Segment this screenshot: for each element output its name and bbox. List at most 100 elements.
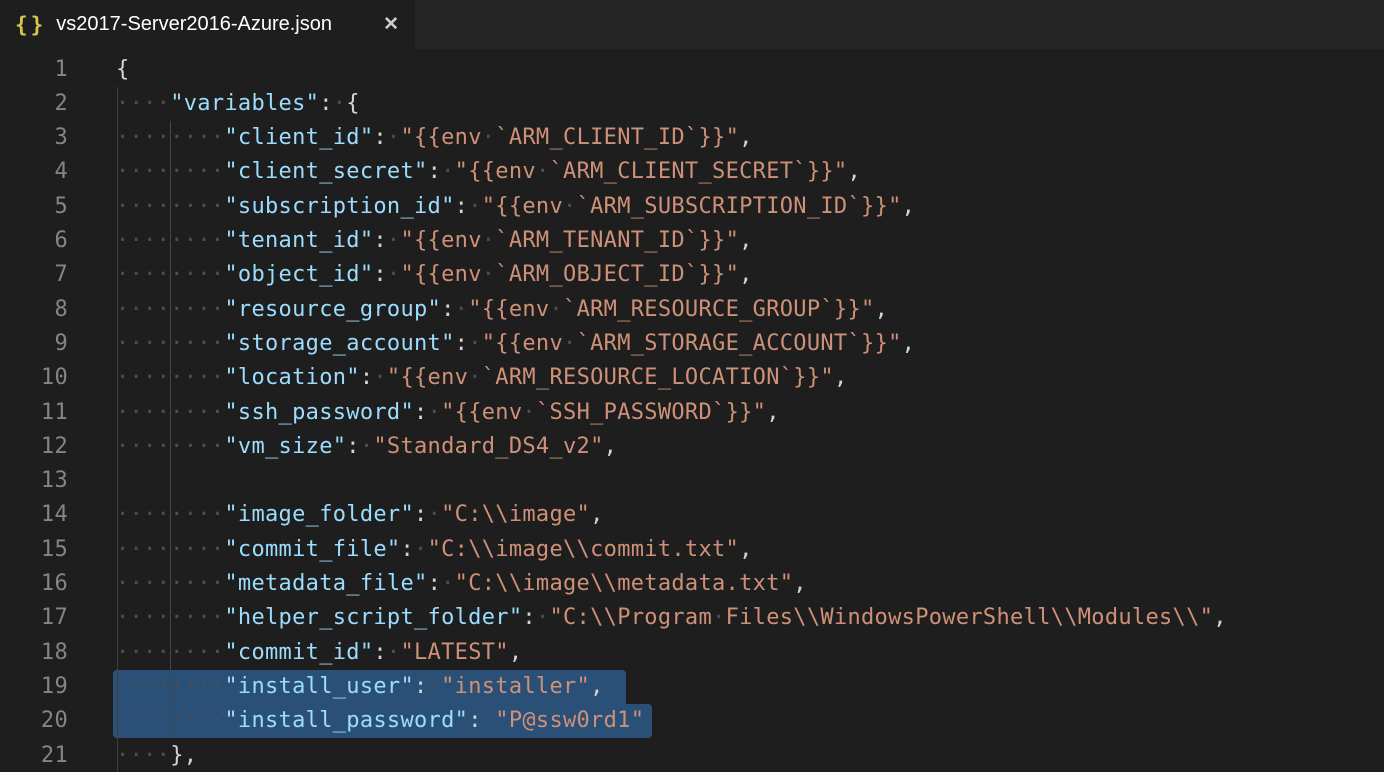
line-number: 2 — [0, 87, 68, 122]
whitespace-dots: · — [455, 297, 469, 322]
whitespace-dots: · — [428, 674, 442, 699]
code-token: "{{env — [441, 400, 522, 425]
code-token: "commit_file" — [224, 537, 400, 562]
code-editor[interactable]: 1{2····"variables":·{3········"client_id… — [0, 49, 1384, 772]
code-token: : — [455, 331, 469, 356]
code-token: , — [590, 674, 604, 699]
code-token: , — [739, 262, 753, 287]
code-token: "{{env — [400, 262, 481, 287]
line-number: 8 — [0, 293, 68, 328]
whitespace-dots: ········ — [116, 537, 224, 562]
code-line-10[interactable]: ········"location":·"{{env·`ARM_RESOURCE… — [116, 361, 847, 396]
whitespace-dots: · — [563, 194, 577, 219]
code-token: "LATEST" — [400, 640, 508, 665]
whitespace-dots: ········ — [116, 228, 224, 253]
code-token: "object_id" — [224, 262, 373, 287]
whitespace-dots: · — [441, 159, 455, 184]
line-number: 4 — [0, 155, 68, 190]
code-token: "C:\\image\\metadata.txt" — [455, 571, 794, 596]
code-token: "install_password" — [224, 708, 468, 733]
code-line-6[interactable]: ········"tenant_id":·"{{env·`ARM_TENANT_… — [116, 224, 753, 259]
code-line-9[interactable]: ········"storage_account":·"{{env·`ARM_S… — [116, 327, 915, 362]
code-token: { — [346, 91, 360, 116]
code-token: { — [116, 57, 130, 82]
whitespace-dots: ········ — [116, 434, 224, 459]
code-line-14[interactable]: ········"image_folder":·"C:\\image", — [116, 498, 604, 533]
line-number: 17 — [0, 601, 68, 636]
whitespace-dots: ········ — [116, 571, 224, 596]
code-token: , — [793, 571, 807, 596]
code-line-19[interactable]: ········"install_user":·"installer", — [116, 670, 604, 705]
code-line-7[interactable]: ········"object_id":·"{{env·`ARM_OBJECT_… — [116, 258, 753, 293]
whitespace-dots: ···· — [116, 91, 170, 116]
code-line-4[interactable]: ········"client_secret":·"{{env·`ARM_CLI… — [116, 155, 861, 190]
code-line-1[interactable]: { — [116, 53, 130, 88]
code-token: , — [739, 228, 753, 253]
code-token: : — [441, 297, 455, 322]
whitespace-dots: ········ — [116, 674, 224, 699]
code-token: , — [604, 434, 618, 459]
whitespace-dots: · — [387, 228, 401, 253]
whitespace-dots: ···· — [116, 743, 170, 768]
whitespace-dots: · — [468, 331, 482, 356]
line-number: 5 — [0, 190, 68, 225]
whitespace-dots: · — [482, 228, 496, 253]
code-line-15[interactable]: ········"commit_file":·"C:\\image\\commi… — [116, 533, 753, 568]
whitespace-dots: · — [536, 605, 550, 630]
code-token: "metadata_file" — [224, 571, 427, 596]
code-token: `SSH_PASSWORD`}}" — [536, 400, 766, 425]
whitespace-dots: · — [482, 125, 496, 150]
code-token: : — [346, 434, 360, 459]
code-token: "location" — [224, 365, 359, 390]
code-line-18[interactable]: ········"commit_id":·"LATEST", — [116, 636, 522, 671]
code-line-3[interactable]: ········"client_id":·"{{env·`ARM_CLIENT_… — [116, 121, 753, 156]
code-line-5[interactable]: ········"subscription_id":·"{{env·`ARM_S… — [116, 190, 915, 225]
code-token: , — [875, 297, 889, 322]
tab-vs2017-server2016-azure-json[interactable]: {} vs2017-Server2016-Azure.json ✕ — [0, 0, 415, 49]
code-token: "variables" — [170, 91, 319, 116]
code-token: `ARM_RESOURCE_GROUP`}}" — [563, 297, 875, 322]
code-token: "image_folder" — [224, 502, 414, 527]
code-token: : — [373, 262, 387, 287]
line-number: 13 — [0, 464, 68, 499]
code-token: "install_user" — [224, 674, 414, 699]
code-token: "{{env — [400, 125, 481, 150]
whitespace-dots: · — [428, 400, 442, 425]
line-number: 18 — [0, 636, 68, 671]
code-token: "C:\\Program — [549, 605, 712, 630]
code-token: : — [414, 400, 428, 425]
code-token: : — [428, 571, 442, 596]
code-token: "subscription_id" — [224, 194, 454, 219]
whitespace-dots: · — [387, 640, 401, 665]
code-token: `ARM_CLIENT_SECRET`}}" — [549, 159, 847, 184]
code-line-20[interactable]: ········"install_password":·"P@ssw0rd1" — [116, 704, 644, 739]
code-line-8[interactable]: ········"resource_group":·"{{env·`ARM_RE… — [116, 293, 888, 328]
whitespace-dots: · — [333, 91, 347, 116]
code-token: : — [360, 365, 374, 390]
close-icon[interactable]: ✕ — [383, 13, 399, 36]
code-line-2[interactable]: ····"variables":·{ — [116, 87, 360, 122]
whitespace-dots: · — [373, 365, 387, 390]
code-line-12[interactable]: ········"vm_size":·"Standard_DS4_v2", — [116, 430, 617, 465]
code-line-17[interactable]: ········"helper_script_folder":·"C:\\Pro… — [116, 601, 1227, 636]
whitespace-dots: · — [360, 434, 374, 459]
code-token: `ARM_SUBSCRIPTION_ID`}}" — [577, 194, 902, 219]
code-token: `ARM_OBJECT_ID`}}" — [495, 262, 739, 287]
code-line-21[interactable]: ····}, — [116, 739, 197, 772]
code-token: : — [414, 502, 428, 527]
code-line-11[interactable]: ········"ssh_password":·"{{env·`SSH_PASS… — [116, 396, 780, 431]
code-token: `ARM_STORAGE_ACCOUNT`}}" — [577, 331, 902, 356]
code-token: Files\\WindowsPowerShell\\Modules\\" — [726, 605, 1214, 630]
code-line-16[interactable]: ········"metadata_file":·"C:\\image\\met… — [116, 567, 807, 602]
json-file-icon: {} — [15, 13, 46, 37]
code-token: , — [739, 537, 753, 562]
whitespace-dots: ········ — [116, 125, 224, 150]
code-token: : — [400, 537, 414, 562]
line-number: 10 — [0, 361, 68, 396]
code-token: : — [428, 159, 442, 184]
code-token: : — [468, 708, 482, 733]
whitespace-dots: ········ — [116, 502, 224, 527]
code-token: "{{env — [482, 194, 563, 219]
whitespace-dots: ········ — [116, 331, 224, 356]
whitespace-dots: · — [428, 502, 442, 527]
